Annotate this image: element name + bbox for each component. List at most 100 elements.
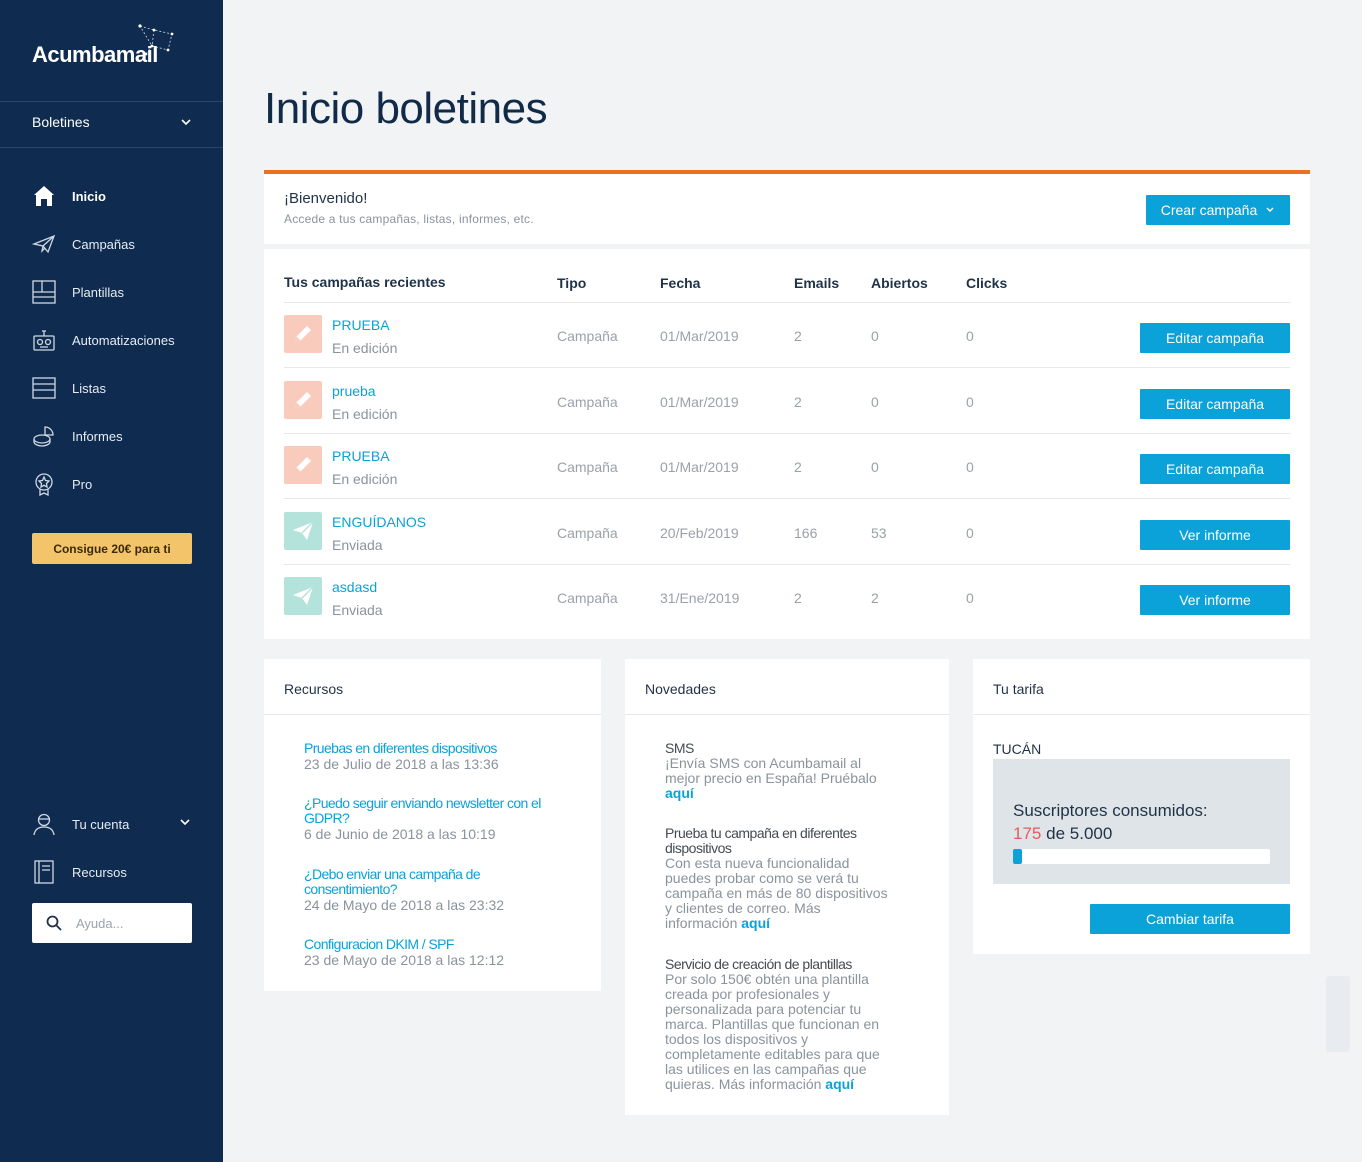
constellation-icon	[138, 24, 174, 56]
campaign-clicks: 0	[966, 393, 974, 410]
promo-button[interactable]: Consigue 20€ para ti	[32, 533, 192, 564]
campaign-status: Enviada	[332, 602, 383, 618]
campaign-name[interactable]: PRUEBA	[332, 448, 390, 464]
resource-date: 24 de Mayo de 2018 a las 23:32	[304, 897, 505, 913]
campaign-date: 01/Mar/2019	[660, 393, 739, 410]
sidebar-item-label: Listas	[72, 380, 106, 396]
column-header-name: Tus campañas recientes	[284, 274, 446, 290]
sidebar-item-informes[interactable]: Informes	[0, 412, 223, 460]
resource-link[interactable]: ¿Puedo seguir enviando newsletter con el…	[304, 796, 544, 826]
sidebar-item-listas[interactable]: Listas	[0, 364, 223, 412]
welcome-title: ¡Bienvenido!	[284, 190, 368, 207]
news-item-text: Con esta nueva funcionalidad puedes prob…	[665, 855, 888, 931]
campaign-name[interactable]: asdasd	[332, 579, 377, 595]
section-select[interactable]: Boletines	[32, 114, 192, 132]
campaign-status: En edición	[332, 471, 398, 487]
create-campaign-button[interactable]: Crear campaña	[1146, 195, 1290, 225]
campaign-opens: 2	[871, 590, 879, 606]
table-row: asdasd Enviada Campaña 31/Ene/2019 2 2 0 Ver in…	[284, 565, 1290, 630]
news-item-link[interactable]: aquí	[741, 915, 770, 931]
sidebar-item-inicio[interactable]: Inicio	[0, 172, 223, 220]
campaign-name[interactable]: ENGUÍDANOS	[332, 514, 426, 530]
campaign-type: Campaña	[557, 328, 618, 344]
edit-campaign-button[interactable]: Editar campaña	[1140, 388, 1290, 419]
campaign-emails: 166	[794, 524, 818, 541]
view-report-button[interactable]: Ver informe	[1140, 585, 1290, 615]
campaign-opens: 53	[871, 524, 887, 541]
plan-total: 5.000	[1069, 824, 1113, 843]
search-icon	[46, 915, 62, 931]
paper-plane-icon	[284, 577, 322, 615]
campaign-opens: 0	[871, 328, 879, 344]
plan-card: Tu tarifa TUCÁN Suscriptores consumidos:…	[973, 659, 1310, 954]
sidebar-divider	[0, 147, 223, 148]
news-item-link[interactable]: aquí	[825, 1076, 854, 1092]
feedback-tab[interactable]	[1326, 976, 1350, 1052]
table-row: PRUEBA En edición Campaña 01/Mar/2019 2 0 0 Edi…	[284, 303, 1290, 368]
edit-campaign-button[interactable]: Editar campaña	[1140, 323, 1290, 353]
news-item-text: ¡Envía SMS con Acumbamail al mejor preci…	[665, 755, 877, 786]
plan-usage-count: 175 de 5.000	[1013, 824, 1112, 844]
view-report-button[interactable]: Ver informe	[1140, 519, 1290, 550]
campaign-emails: 2	[794, 328, 802, 344]
pencil-icon	[284, 446, 322, 484]
resources-title: Recursos	[264, 659, 601, 715]
campaign-name[interactable]: prueba	[332, 383, 376, 399]
campaign-type: Campaña	[557, 459, 618, 475]
campaign-type: Campaña	[557, 590, 618, 606]
campaign-status: Enviada	[332, 536, 383, 553]
news-card: Novedades SMS ¡Envía SMS con Acumbamail …	[625, 659, 949, 1115]
chevron-down-icon	[181, 119, 191, 126]
chevron-down-icon	[1266, 207, 1274, 212]
plan-usage-progress	[1013, 849, 1270, 864]
campaign-clicks: 0	[966, 524, 974, 541]
sidebar-item-label: Informes	[72, 428, 123, 444]
plan-used: 175	[1013, 824, 1042, 843]
resource-date: 23 de Julio de 2018 a las 13:36	[304, 756, 499, 772]
resources-card: Recursos Pruebas en diferentes dispositi…	[264, 659, 601, 991]
account-menu[interactable]: Tu cuenta	[0, 800, 223, 848]
campaign-date: 01/Mar/2019	[660, 459, 739, 475]
sidebar-item-automatizaciones[interactable]: Automatizaciones	[0, 316, 223, 364]
brand-logo[interactable]: Acumbamail	[32, 24, 182, 74]
sidebar-nav: Inicio Campañas Plantillas Automatizacio…	[0, 172, 223, 508]
campaign-opens: 0	[871, 459, 879, 475]
help-search	[32, 903, 192, 943]
badge-icon	[32, 472, 56, 496]
sidebar-item-campanas[interactable]: Campañas	[0, 220, 223, 268]
book-icon	[32, 860, 56, 884]
campaign-emails: 2	[794, 393, 802, 410]
campaign-emails: 2	[794, 459, 802, 475]
robot-icon	[32, 328, 56, 352]
news-item-body: Por solo 150€ obtén una plantilla creada…	[665, 972, 895, 1092]
resource-item: ¿Puedo seguir enviando newsletter con el…	[304, 796, 544, 843]
resource-link[interactable]: Pruebas en diferentes dispositivos	[304, 741, 544, 756]
user-icon	[32, 812, 56, 836]
chevron-down-icon	[180, 819, 190, 826]
sidebar-item-label: Recursos	[72, 864, 127, 880]
column-header-opens: Abiertos	[871, 275, 928, 291]
edit-campaign-button[interactable]: Editar campaña	[1140, 454, 1290, 484]
recent-campaigns-table: Tus campañas recientes Tipo Fecha Emails…	[264, 249, 1310, 639]
paper-plane-icon	[284, 511, 322, 550]
campaign-opens: 0	[871, 393, 879, 410]
table-row: prueba En edición Campaña 01/Mar/2019 2 0 0 Edi…	[284, 369, 1290, 434]
news-item-link[interactable]: aquí	[665, 785, 694, 801]
resource-item: Configuracion DKIM / SPF 23 de Mayo de 2…	[304, 937, 544, 969]
help-search-input[interactable]	[76, 915, 176, 931]
sidebar-item-pro[interactable]: Pro	[0, 460, 223, 508]
column-header-clicks: Clicks	[966, 275, 1008, 291]
news-item-title: Servicio de creación de plantillas	[665, 956, 852, 972]
sidebar-item-label: Automatizaciones	[72, 332, 175, 348]
campaign-clicks: 0	[966, 328, 974, 344]
resource-link[interactable]: Configuracion DKIM / SPF	[304, 937, 544, 952]
campaign-date: 31/Ene/2019	[660, 590, 740, 606]
campaign-date: 20/Feb/2019	[660, 524, 739, 541]
change-plan-button[interactable]: Cambiar tarifa	[1090, 904, 1290, 934]
sidebar-item-plantillas[interactable]: Plantillas	[0, 268, 223, 316]
campaign-name[interactable]: PRUEBA	[332, 317, 390, 333]
resource-date: 6 de Junio de 2018 a las 10:19	[304, 826, 496, 842]
sidebar-item-recursos[interactable]: Recursos	[0, 848, 223, 896]
resource-item: Pruebas en diferentes dispositivos 23 de…	[304, 741, 544, 773]
resource-link[interactable]: ¿Debo enviar una campaña de consentimien…	[304, 867, 544, 897]
